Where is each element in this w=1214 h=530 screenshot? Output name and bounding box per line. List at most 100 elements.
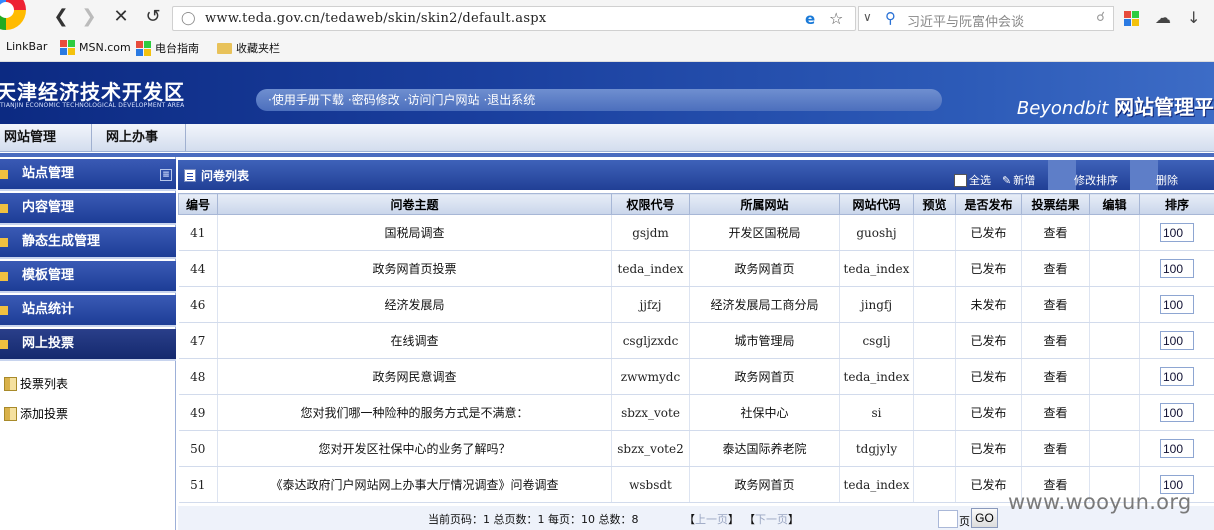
sidebar-item-label: 静态生成管理 [22, 234, 101, 249]
sort-order-input[interactable] [1160, 259, 1194, 278]
site-subtitle: TIANJIN ECONOMIC TECHNOLOGICAL DEVELOPME… [0, 102, 185, 109]
sidebar-sub-add-vote[interactable]: 添加投票 [4, 405, 68, 422]
manual-download-link[interactable]: ·使用手册下载 [268, 93, 344, 107]
col-sort: 排序 [1139, 193, 1214, 215]
cell-sort [1139, 286, 1214, 323]
chevron-down-icon[interactable]: ∨ [863, 10, 872, 24]
cell-result-link[interactable]: 查看 [1021, 214, 1090, 251]
sort-order-input[interactable] [1160, 295, 1194, 314]
bookmarks-bar: LinkBar MSN.com 电台指南 收藏夹栏 [0, 36, 1214, 62]
bookmark-linkbar[interactable]: LinkBar [6, 40, 47, 53]
delete-button[interactable]: 删除 [1156, 172, 1178, 188]
sidebar-item-stats[interactable]: 站点统计 [0, 295, 176, 327]
cell-result-link[interactable]: 查看 [1021, 358, 1090, 395]
back-arrow-icon[interactable]: ❮ [50, 6, 72, 28]
sidebar-item-content[interactable]: 内容管理 [0, 193, 176, 225]
cell-perm: gsjdm [611, 214, 690, 251]
cell-edit[interactable] [1089, 430, 1140, 467]
cell-site: 经济发展局工商分局 [689, 286, 840, 323]
sidebar-sub-vote-list[interactable]: 投票列表 [4, 375, 68, 392]
cell-edit[interactable] [1089, 358, 1140, 395]
cell-result-link[interactable]: 查看 [1021, 250, 1090, 287]
sort-order-input[interactable] [1160, 367, 1194, 386]
next-page-link[interactable]: 【下一页】 [744, 511, 799, 527]
cell-edit[interactable] [1089, 214, 1140, 251]
add-button[interactable]: ✎ 新增 [1002, 172, 1035, 188]
sort-order-input[interactable] [1160, 439, 1194, 458]
portal-link[interactable]: ·访问门户网站 [404, 93, 480, 107]
col-site: 所属网站 [689, 193, 840, 215]
cell-preview[interactable] [913, 250, 956, 287]
cell-status: 已发布 [955, 358, 1022, 395]
col-result: 投票结果 [1021, 193, 1090, 215]
sort-order-input[interactable] [1160, 331, 1194, 350]
cell-edit[interactable] [1089, 394, 1140, 431]
select-all-checkbox[interactable] [954, 173, 967, 187]
download-icon[interactable]: ↓ [1187, 8, 1200, 27]
cell-perm: zwwmydc [611, 358, 690, 395]
cell-preview[interactable] [913, 466, 956, 503]
forward-arrow-icon[interactable]: ❯ [78, 6, 100, 28]
cell-edit[interactable] [1089, 286, 1140, 323]
cell-result-link[interactable]: 查看 [1021, 430, 1090, 467]
sidebar: 站点管理 ≡ 内容管理 静态生成管理 模板管理 站点统计 网上投票 投票列表 添加… [0, 157, 176, 530]
address-bar[interactable]: ◯ www.teda.gov.cn/tedaweb/skin/skin2/def… [172, 6, 856, 31]
cell-result-link[interactable]: 查看 [1021, 286, 1090, 323]
cell-result-link[interactable]: 查看 [1021, 322, 1090, 359]
cloud-icon[interactable]: ☁ [1155, 8, 1171, 27]
cell-edit[interactable] [1089, 322, 1140, 359]
refresh-icon[interactable]: ↺ [142, 6, 164, 28]
brand-logo: Beyondbit 网站管理平 [1017, 91, 1214, 120]
ie-compat-icon[interactable]: e [805, 10, 815, 28]
cell-status: 已发布 [955, 430, 1022, 467]
bookmark-label: 电台指南 [155, 42, 199, 55]
cell-preview[interactable] [913, 214, 956, 251]
bookmark-favorites[interactable]: 收藏夹栏 [217, 40, 280, 56]
cell-id: 51 [178, 466, 218, 503]
cell-topic: 国税局调查 [217, 214, 612, 251]
bookmark-radio[interactable]: 电台指南 [136, 40, 199, 56]
search-input[interactable]: 习近平与阮富仲会谈 [907, 11, 1024, 30]
cell-sort [1139, 250, 1214, 287]
favorite-star-icon[interactable]: ☆ [829, 9, 843, 28]
logout-link[interactable]: ·退出系统 [483, 93, 535, 107]
search-box[interactable]: ∨ ⚲ 习近平与阮富仲会谈 ☌ [858, 6, 1114, 31]
password-change-link[interactable]: ·密码修改 [348, 93, 400, 107]
table-row: 48 政务网民意调查 zwwmydc 政务网首页 teda_index 已发布 查看 [178, 358, 1214, 395]
address-url[interactable]: www.teda.gov.cn/tedaweb/skin/skin2/defau… [205, 11, 547, 26]
cell-sort [1139, 358, 1214, 395]
search-icon[interactable]: ☌ [1096, 10, 1105, 25]
reorder-button[interactable]: 修改排序 [1074, 172, 1118, 188]
cell-preview[interactable] [913, 322, 956, 359]
menu-site-management[interactable]: 网站管理 [0, 124, 92, 152]
sidebar-item-voting[interactable]: 网上投票 [0, 329, 176, 361]
pager-summary: 当前页码：1 总页数：1 每页：10 总数：8 [428, 513, 639, 526]
bookmark-label: MSN.com [79, 41, 131, 54]
cell-preview[interactable] [913, 430, 956, 467]
sort-order-input[interactable] [1160, 403, 1194, 422]
stop-icon[interactable]: ✕ [110, 6, 132, 28]
prev-page-link[interactable]: 【上一页】 [684, 511, 739, 527]
sort-order-input[interactable] [1160, 223, 1194, 242]
bookmark-msn[interactable]: MSN.com [60, 40, 131, 55]
cell-preview[interactable] [913, 394, 956, 431]
cell-perm: sbzx_vote2 [611, 430, 690, 467]
cell-perm: sbzx_vote [611, 394, 690, 431]
sidebar-item-template[interactable]: 模板管理 [0, 261, 176, 293]
sidebar-item-site[interactable]: 站点管理 ≡ [0, 159, 176, 191]
cell-preview[interactable] [913, 286, 956, 323]
apps-grid-icon[interactable] [1124, 8, 1139, 27]
cell-result-link[interactable]: 查看 [1021, 394, 1090, 431]
divider [0, 153, 1214, 157]
cell-preview[interactable] [913, 358, 956, 395]
cell-code: tdgjyly [839, 430, 914, 467]
cell-edit[interactable] [1089, 250, 1140, 287]
collapse-icon[interactable]: ≡ [160, 169, 172, 181]
browser-toolbar: ❮ ❯ ✕ ↺ ◯ www.teda.gov.cn/tedaweb/skin/s… [0, 0, 1214, 36]
select-all[interactable]: 全选 [954, 172, 991, 188]
page-number-input[interactable] [938, 510, 958, 528]
table-row: 41 国税局调查 gsjdm 开发区国税局 guoshj 已发布 查看 [178, 214, 1214, 251]
menu-online-service[interactable]: 网上办事 [102, 124, 186, 152]
go-button[interactable]: GO [971, 508, 998, 528]
sidebar-item-static[interactable]: 静态生成管理 [0, 227, 176, 259]
